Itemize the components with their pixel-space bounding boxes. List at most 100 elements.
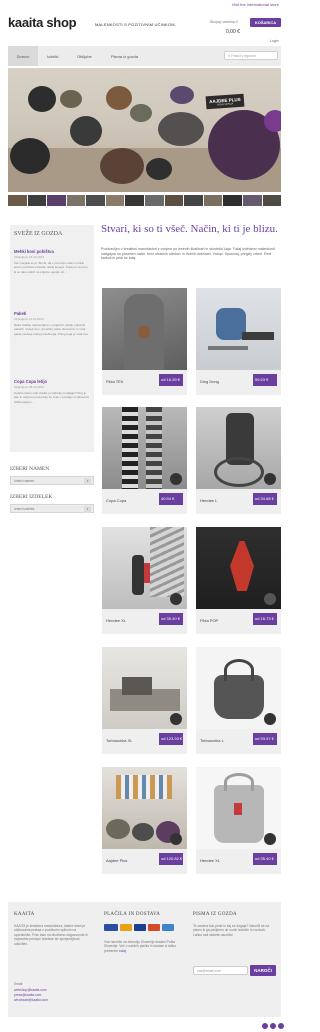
product-name[interactable]: Torbuschka XL xyxy=(106,738,132,743)
product-card[interactable]: Torbuschka L od 93.97 € xyxy=(196,647,281,754)
newsletter-email-input[interactable]: vas@email.com xyxy=(193,966,248,975)
news-item-date: Objavljeno 16.10.2013 xyxy=(14,255,45,259)
product-detail xyxy=(132,555,144,595)
product-name[interactable]: Hendee XL xyxy=(200,858,220,863)
hero-tag: AAJDEE PLUS NOVA SERIJA xyxy=(205,93,245,110)
badge-icon xyxy=(264,713,276,725)
nav-item-home[interactable]: Domov xyxy=(8,46,38,66)
badge-icon xyxy=(170,593,182,605)
product-card[interactable]: Hendee XL od 35.40 € xyxy=(196,767,281,874)
badge-icon xyxy=(264,473,276,485)
product-name[interactable]: Aajdee Plus xyxy=(106,858,127,863)
footer-payment-text-body: Vse naročilo na območju Slovenije dostav… xyxy=(104,940,177,953)
product-detail xyxy=(208,346,248,350)
hero-thumbnails xyxy=(8,195,282,206)
facebook-icon[interactable] xyxy=(270,1023,276,1029)
news-item-title[interactable]: Copa Copa letijo xyxy=(14,379,47,384)
product-image[interactable] xyxy=(196,527,281,609)
page-title: Stvari, ki so ti všeč. Način, ki ti je b… xyxy=(101,223,278,235)
product-detail xyxy=(138,326,150,338)
product-image[interactable] xyxy=(196,288,281,370)
pinterest-icon[interactable] xyxy=(278,1023,284,1029)
maestro-icon xyxy=(148,924,160,931)
hero-thumbnail[interactable] xyxy=(125,195,145,206)
product-price: 59.53 € xyxy=(253,374,277,386)
product-detail xyxy=(116,775,172,799)
product-card[interactable]: Fibia POP od 16.73 € xyxy=(196,527,281,634)
login-link[interactable]: Login xyxy=(270,39,279,43)
product-detail xyxy=(144,563,150,583)
badge-icon xyxy=(264,833,276,845)
hero-thumbnail[interactable] xyxy=(164,195,184,206)
hero-thumbnail[interactable] xyxy=(8,195,27,206)
product-card[interactable]: Hendee XL od 35.40 € xyxy=(102,527,187,634)
product-name[interactable]: Torbuschka L xyxy=(200,738,224,743)
product-detail xyxy=(224,773,254,791)
hero-thumbnail[interactable] xyxy=(27,195,47,206)
product-name[interactable]: Copa Copa xyxy=(106,498,126,503)
hero-thumbnail[interactable] xyxy=(105,195,125,206)
product-image[interactable] xyxy=(102,647,187,729)
search-input[interactable]: ⌕ Poišči v trgovini xyxy=(224,51,278,60)
hero-thumbnail[interactable] xyxy=(184,195,203,206)
footer-payment-link[interactable]: tukaj xyxy=(119,949,126,953)
footer-email-link[interactable]: webshop@kaaita.com xyxy=(14,988,47,992)
search-placeholder: Poišči v trgovini xyxy=(231,53,256,58)
product-card[interactable]: Copa Copa 40.94 € xyxy=(102,407,187,514)
product-card[interactable]: Hendee L od 34.68 € xyxy=(196,407,281,514)
hero-thumbnail[interactable] xyxy=(47,195,66,206)
news-sidebar: SVEŽE IZ GOZDA Mehki kosi pohištva Objav… xyxy=(10,225,94,452)
nav-item-letters[interactable]: Pisma iz gozda xyxy=(106,46,143,66)
product-name[interactable]: Ding Dong xyxy=(200,379,219,384)
nav-item-products[interactable]: Izdelki xyxy=(42,46,63,66)
twitter-icon[interactable] xyxy=(262,1023,268,1029)
product-card[interactable]: Aajdee Plus od 120.82 € xyxy=(102,767,187,874)
pouf xyxy=(146,158,172,180)
international-store-link[interactable]: Visit the International store xyxy=(232,2,279,7)
product-image[interactable] xyxy=(196,767,281,849)
hero-thumbnail[interactable] xyxy=(145,195,164,206)
hero-thumbnail[interactable] xyxy=(203,195,223,206)
news-item-title[interactable]: Mehki kosi pohištva xyxy=(14,249,54,254)
product-image[interactable] xyxy=(196,407,281,489)
product-name[interactable]: Hendee XL xyxy=(106,618,126,623)
newsletter-submit-button[interactable]: NAROČI xyxy=(250,965,276,976)
product-detail xyxy=(242,332,274,340)
pouf xyxy=(106,86,132,110)
product-image[interactable] xyxy=(102,288,187,370)
filter-name-select[interactable]: Izberi namen ▾ xyxy=(10,476,94,485)
cart-button[interactable]: KOŠARICA xyxy=(250,18,281,27)
nav-item-promises[interactable]: Oblijube xyxy=(72,46,97,66)
product-detail xyxy=(214,457,264,487)
hero-banner[interactable]: AAJDEE PLUS NOVA SERIJA xyxy=(8,68,281,192)
product-image[interactable] xyxy=(102,407,187,489)
product-name[interactable]: Hendee L xyxy=(200,498,217,503)
footer-newsletter-text: Te zanima kdo pride in kaj se dogaja? Na… xyxy=(193,924,270,937)
footer-email-link[interactable]: wholesale@kaaita.com xyxy=(14,998,48,1002)
hero-thumbnail[interactable] xyxy=(242,195,262,206)
filter-product-value: Izberi izdelek xyxy=(14,506,35,511)
filter-product-select[interactable]: Izberi izdelek ▾ xyxy=(10,504,94,513)
footer-email-link[interactable]: press@kaaita.com xyxy=(14,993,41,997)
news-item-title[interactable]: Paketi xyxy=(14,311,26,316)
product-card[interactable]: Ding Dong 59.53 € xyxy=(196,288,281,395)
product-price: od 34.68 € xyxy=(253,493,277,505)
product-image[interactable] xyxy=(102,767,187,849)
product-name[interactable]: Fibia POP xyxy=(200,618,218,623)
product-image[interactable] xyxy=(102,527,187,609)
hero-thumbnail[interactable] xyxy=(86,195,105,206)
pouf xyxy=(10,138,50,174)
hero-thumbnail[interactable] xyxy=(223,195,242,206)
product-shape xyxy=(132,823,154,841)
product-card[interactable]: Fibia TEK od 16.39 € xyxy=(102,288,187,395)
footer-email-label: Email: xyxy=(14,982,24,986)
product-image[interactable] xyxy=(196,647,281,729)
product-name[interactable]: Fibia TEK xyxy=(106,379,124,384)
intro-text: Pozdravljen v kreativni manufakturi z vo… xyxy=(101,247,275,261)
hero-thumbnail[interactable] xyxy=(66,195,86,206)
product-card[interactable]: Torbuschka XL od 123.93 € xyxy=(102,647,187,754)
hero-thumbnail[interactable] xyxy=(262,195,282,206)
product-price: od 93.97 € xyxy=(253,733,277,745)
logo[interactable]: kaaita shop xyxy=(8,15,77,30)
product-detail xyxy=(224,659,254,681)
